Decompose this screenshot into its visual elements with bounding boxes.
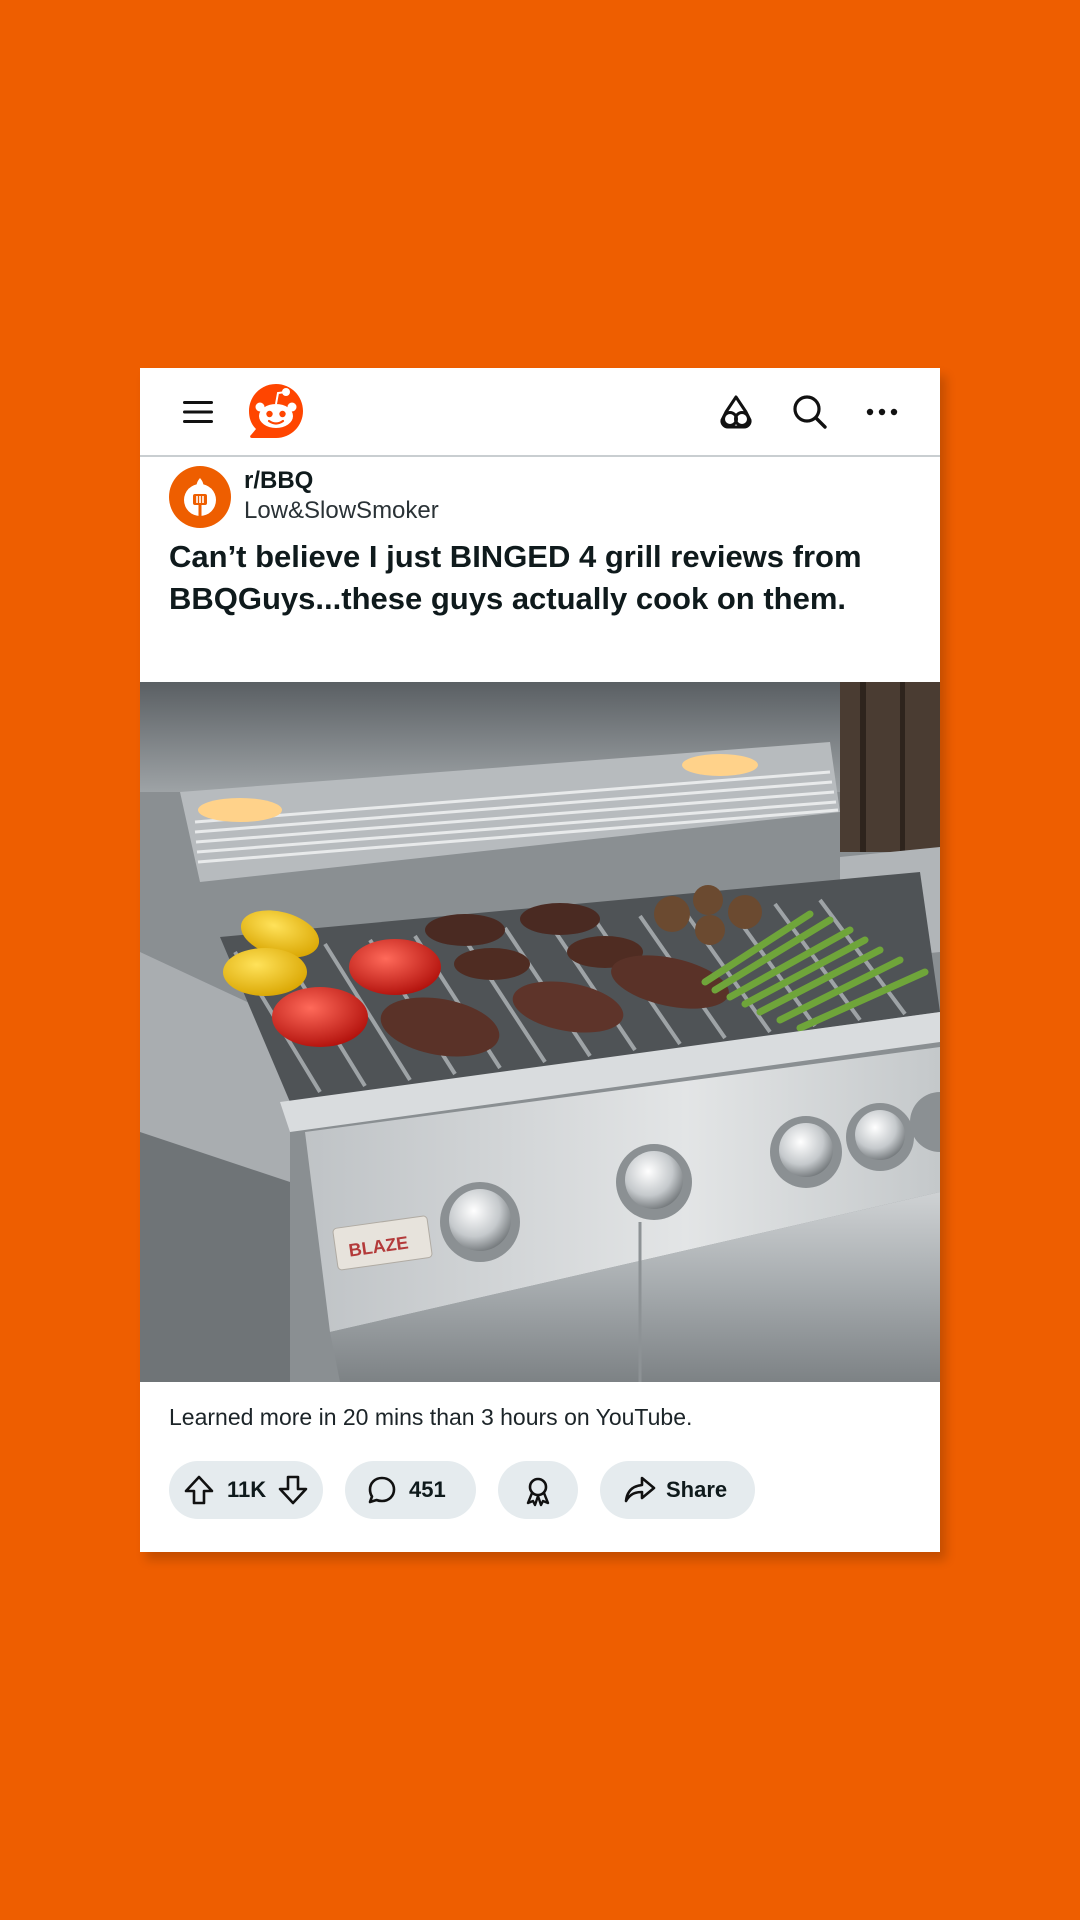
subreddit-name[interactable]: r/BBQ bbox=[244, 466, 313, 496]
post-header: r/BBQ Low&SlowSmoker bbox=[169, 466, 909, 530]
more-icon[interactable] bbox=[862, 392, 902, 432]
search-icon[interactable] bbox=[790, 392, 830, 432]
post-caption: Learned more in 20 mins than 3 hours on … bbox=[169, 1404, 693, 1430]
hamburger-menu-icon[interactable] bbox=[180, 396, 216, 428]
comments-button[interactable]: 451 bbox=[345, 1461, 476, 1519]
reddit-logo[interactable] bbox=[246, 381, 306, 441]
share-label: Share bbox=[666, 1477, 728, 1502]
downvote-icon[interactable] bbox=[277, 1474, 309, 1506]
post-title[interactable]: Can’t believe I just BINGED 4 grill revi… bbox=[169, 536, 869, 620]
award-button[interactable] bbox=[498, 1461, 578, 1519]
comment-icon bbox=[368, 1476, 396, 1504]
upvote-icon[interactable] bbox=[183, 1474, 215, 1506]
comment-count: 451 bbox=[409, 1477, 446, 1502]
app-top-bar bbox=[140, 368, 940, 457]
vote-count: 11K bbox=[227, 1477, 267, 1502]
post-action-bar: 11K 451 Share bbox=[169, 1461, 909, 1519]
post-card: r/BBQ Low&SlowSmoker Can’t believe I jus… bbox=[140, 368, 940, 1552]
vote-pill: 11K bbox=[169, 1461, 323, 1519]
popular-icon[interactable] bbox=[716, 392, 756, 432]
share-icon bbox=[624, 1476, 656, 1503]
award-icon bbox=[526, 1477, 550, 1507]
share-button[interactable]: Share bbox=[600, 1461, 755, 1519]
username[interactable]: Low&SlowSmoker bbox=[244, 496, 439, 526]
subreddit-avatar[interactable] bbox=[169, 466, 231, 528]
post-image[interactable]: BLAZE bbox=[140, 682, 940, 1382]
